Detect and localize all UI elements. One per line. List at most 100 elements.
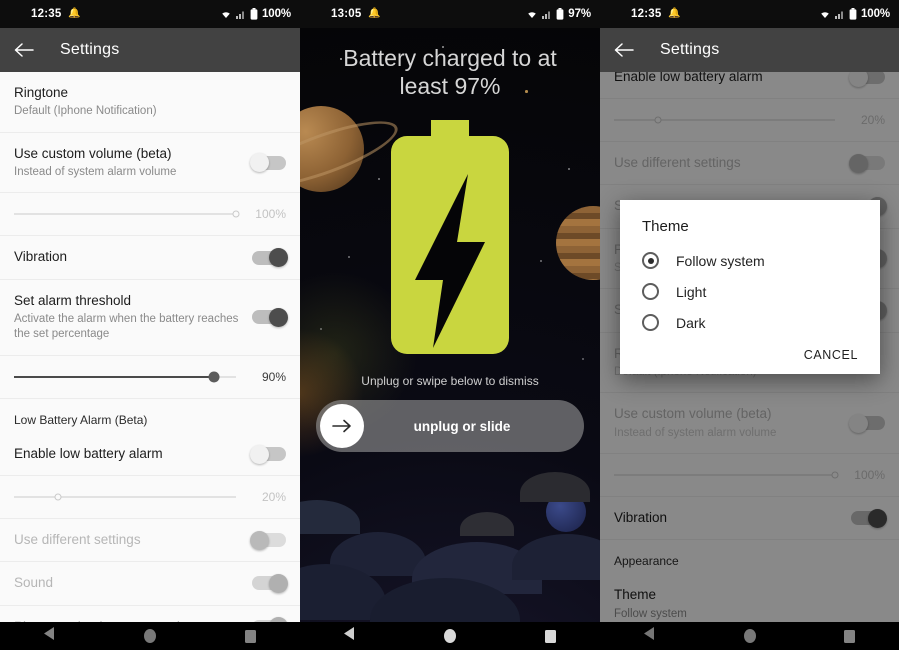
radio-option-light[interactable]: Light [620, 276, 880, 307]
toggle-knob [250, 153, 269, 173]
list-item[interactable]: Set alarm threshold Activate the alarm wh… [0, 279, 300, 356]
threshold-slider-row[interactable]: 90% [0, 355, 300, 399]
slider-value: 20% [261, 490, 286, 505]
toolbar: Settings [0, 28, 300, 72]
slider-thumb[interactable] [54, 493, 62, 501]
toggle-set-alarm-threshold[interactable] [252, 307, 288, 327]
status-bar-right: 97% [526, 8, 591, 20]
page-title: Settings [660, 41, 720, 58]
slider-thumb[interactable] [208, 371, 220, 383]
page-title: Settings [60, 41, 120, 58]
battery-icon [556, 8, 564, 20]
nav-back-icon[interactable] [644, 627, 656, 645]
toggle-knob [269, 573, 288, 593]
slider-thumb[interactable] [232, 210, 240, 218]
list-item[interactable]: Vibration [0, 236, 300, 280]
nav-recents-icon[interactable] [544, 629, 556, 643]
slide-button-label: unplug or slide [413, 418, 511, 434]
back-arrow-icon[interactable] [612, 38, 636, 62]
slider-track[interactable] [14, 210, 240, 218]
status-bar-left: 12:35 🔔 [609, 8, 681, 20]
bell-icon: 🔔 [68, 8, 81, 19]
slider-track[interactable] [14, 371, 236, 383]
charge-title: Battery charged to at least 97% [343, 45, 557, 100]
status-bar-left: 13:05 🔔 [309, 8, 381, 20]
radio-icon[interactable] [642, 314, 659, 331]
row-subtitle: Activate the alarm when the battery reac… [14, 312, 239, 341]
signal-icon [834, 9, 845, 19]
back-arrow-icon[interactable] [12, 38, 36, 62]
slider-fill [14, 496, 58, 498]
list-item[interactable]: Sound [0, 562, 300, 606]
battery-graphic [300, 120, 600, 360]
toggle-knob [250, 530, 269, 550]
theme-dialog: Theme Follow system Light Dark CANCEL [620, 200, 880, 374]
toggle-use-custom-volume[interactable] [250, 153, 286, 173]
slider-track[interactable] [14, 493, 236, 501]
settings-list[interactable]: Ringtone Default (Iphone Notification) Us… [0, 72, 300, 650]
row-title: Sound [14, 575, 54, 591]
row-title: Set alarm threshold [14, 292, 132, 308]
nav-home-icon[interactable] [144, 629, 157, 643]
radio-icon[interactable] [642, 283, 659, 300]
bell-icon: 🔔 [668, 8, 681, 19]
toggle-use-different-settings[interactable] [250, 530, 286, 550]
list-item[interactable]: Ringtone Default (Iphone Notification) [0, 72, 300, 133]
radio-label: Follow system [676, 252, 765, 269]
navigation-bar[interactable] [300, 622, 600, 650]
radio-option-dark[interactable]: Dark [620, 307, 880, 338]
radio-label: Light [676, 283, 707, 300]
list-item[interactable]: Use custom volume (beta) Instead of syste… [0, 132, 300, 194]
dialog-title: Theme [642, 218, 689, 235]
three-phone-screenshots: 12:35 🔔 100% Settings Ringtone Default (I… [0, 0, 899, 650]
unplug-or-slide-button[interactable]: unplug or slide [316, 400, 584, 453]
toggle-vibration[interactable] [252, 248, 288, 268]
row-subtitle: Default (Iphone Notification) [14, 105, 157, 118]
volume-slider-row[interactable]: 100% [0, 193, 300, 237]
nav-home-icon[interactable] [444, 629, 457, 643]
nav-back-icon[interactable] [344, 627, 356, 645]
status-bar: 13:05 🔔 97% [300, 0, 600, 28]
dialog-actions: CANCEL [620, 338, 880, 368]
radio-option-follow-system[interactable]: Follow system [620, 245, 880, 276]
row-title: Use different settings [14, 532, 141, 548]
signal-icon [235, 9, 246, 19]
panel-settings-list: 12:35 🔔 100% Settings Ringtone Default (I… [0, 0, 300, 650]
toggle-knob [269, 307, 288, 327]
radio-label: Dark [676, 314, 706, 331]
status-bar: 12:35 🔔 100% [0, 0, 300, 28]
slider-fill [14, 213, 236, 215]
status-bar-left: 12:35 🔔 [9, 8, 81, 20]
charge-screen: Battery charged to at least 97% Unplug o… [300, 28, 600, 650]
status-bar-right: 100% [819, 8, 890, 20]
bell-icon: 🔔 [368, 8, 381, 19]
toggle-sound[interactable] [252, 573, 288, 593]
toggle-enable-low-battery-alarm[interactable] [250, 444, 286, 464]
radio-icon[interactable] [642, 252, 659, 269]
list-item[interactable]: Use different settings [0, 519, 300, 563]
slider-fill [14, 375, 214, 378]
wifi-icon [526, 9, 538, 19]
signal-icon [542, 9, 552, 19]
row-title: Vibration [14, 249, 68, 265]
row-subtitle: Instead of system alarm volume [14, 165, 177, 178]
low-battery-slider-row[interactable]: 20% [0, 476, 300, 520]
nav-recents-icon[interactable] [844, 629, 855, 643]
list-item[interactable]: Enable low battery alarm [0, 432, 300, 477]
navigation-bar[interactable] [600, 622, 899, 650]
row-title: Enable low battery alarm [14, 445, 163, 461]
cancel-button[interactable]: CANCEL [804, 348, 858, 362]
nav-recents-icon[interactable] [244, 629, 256, 643]
blue-planet-icon [546, 492, 586, 532]
battery-percent: 97% [568, 8, 591, 20]
status-bar: 12:35 🔔 100% [600, 0, 899, 28]
nav-home-icon[interactable] [744, 629, 756, 643]
navigation-bar[interactable] [0, 622, 300, 650]
status-time: 13:05 [331, 8, 362, 20]
row-title: Use custom volume (beta) [14, 145, 172, 161]
status-time: 12:35 [631, 8, 662, 20]
nav-back-icon[interactable] [44, 627, 56, 645]
battery-icon [250, 8, 258, 20]
toolbar: Settings [600, 28, 899, 72]
panel-battery-charged: 13:05 🔔 97% Battery charged to at least … [300, 0, 600, 650]
